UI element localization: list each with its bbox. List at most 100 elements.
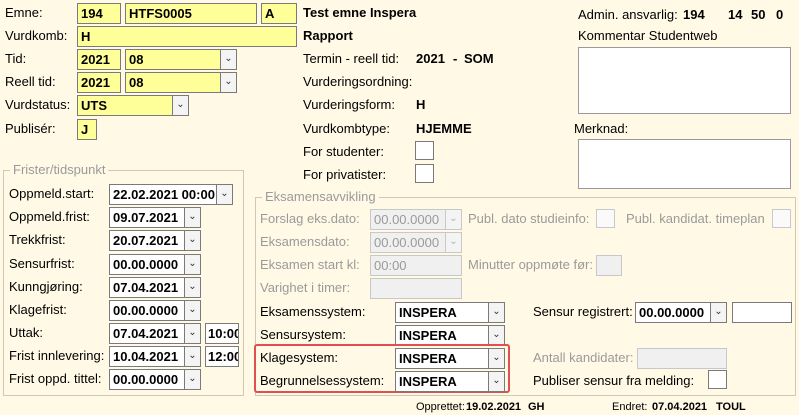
klagesystem-value: INSPERA: [395, 348, 488, 369]
eksamen-start-kl-label: Eksamen start kl:: [260, 257, 360, 272]
vurderingsform-label: Vurderingsform:: [303, 97, 395, 112]
kunngjoring-value: 07.04.2021: [109, 277, 184, 298]
frist-oppd-tittel-value: 00.00.0000: [109, 369, 184, 390]
for-privatister-checkbox[interactable]: [415, 164, 434, 183]
chevron-down-icon[interactable]: ⌄: [184, 230, 201, 251]
endret-label: Endret:: [612, 401, 648, 413]
publiser-label: Publisér:: [5, 121, 56, 136]
frister-label-8: Frist oppd. tittel:: [9, 371, 102, 386]
admin-ansvarlig-b: 50: [751, 7, 766, 22]
uttak-value: 07.04.2021: [109, 323, 184, 344]
termin-reell-aar: 2021: [416, 51, 445, 66]
antall-kandidater-label: Antall kandidater:: [533, 350, 634, 365]
termin-reell-kode: SOM: [464, 51, 494, 66]
eksamenssystem-label: Eksamenssystem:: [260, 304, 366, 319]
emne-kode-field[interactable]: 194: [77, 3, 121, 24]
frist-oppd-tittel-select[interactable]: 00.00.0000 ⌄: [109, 369, 201, 390]
publ-kandidat-timeplan-label: Publ. kandidat. timeplan: [626, 211, 765, 226]
publ-dato-studieinfo-label: Publ. dato studieinfo:: [468, 211, 590, 226]
uttak-select[interactable]: 07.04.2021 ⌄: [109, 323, 201, 344]
frister-title: Frister/tidspunkt: [10, 163, 109, 177]
vurdkombtype-label: Vurdkombtype:: [303, 121, 390, 136]
chevron-down-icon[interactable]: ⌄: [184, 346, 201, 367]
frist-innlevering-select[interactable]: 10.04.2021 ⌄: [109, 346, 201, 367]
varighet-label: Varighet i timer:: [260, 280, 351, 295]
sensursystem-label: Sensursystem:: [260, 327, 346, 342]
opprettet-date: 19.02.2021: [466, 401, 522, 413]
sensurfrist-select[interactable]: 00.00.0000 ⌄: [109, 254, 201, 275]
frist-innlevering-value: 10.04.2021: [109, 346, 184, 367]
merknad-label: Merknad:: [574, 121, 629, 136]
antall-kandidater-field: [637, 348, 727, 369]
tid-termin-select[interactable]: 08 ⌄: [125, 49, 237, 70]
kommentar-studentweb-textarea[interactable]: [578, 47, 791, 114]
endret-date: 07.04.2021: [652, 401, 708, 413]
chevron-down-icon[interactable]: ⌄: [184, 254, 201, 275]
chevron-down-icon[interactable]: ⌄: [488, 348, 505, 369]
frister-label-2: Trekkfrist:: [9, 232, 66, 247]
termin-reell-separator: -: [453, 51, 458, 66]
vurdkomb-field[interactable]: H: [77, 26, 297, 47]
sensursystem-select[interactable]: INSPERA ⌄: [395, 325, 505, 346]
chevron-down-icon[interactable]: ⌄: [184, 369, 201, 390]
chevron-down-icon[interactable]: ⌄: [488, 302, 505, 323]
eksamenssystem-value: INSPERA: [395, 302, 488, 323]
chevron-down-icon[interactable]: ⌄: [184, 323, 201, 344]
chevron-down-icon[interactable]: ⌄: [216, 184, 233, 205]
emne-versjon-field[interactable]: A: [261, 3, 297, 24]
eksamen-title: Eksamensavvikling: [262, 190, 379, 204]
chevron-down-icon: ⌄: [445, 209, 462, 230]
klagefrist-select[interactable]: 00.00.0000 ⌄: [109, 300, 201, 321]
reell-aar-field[interactable]: 2021: [77, 72, 121, 93]
chevron-down-icon[interactable]: ⌄: [184, 300, 201, 321]
eksamensdato-value: 00.00.0000: [370, 232, 445, 253]
chevron-down-icon[interactable]: ⌄: [710, 302, 727, 323]
kunngjoring-select[interactable]: 07.04.2021 ⌄: [109, 277, 201, 298]
publiser-sensur-label: Publiser sensur fra melding:: [533, 373, 695, 388]
opprettet-user: GH: [528, 401, 545, 413]
eksamen-start-kl-field: 00:00: [370, 255, 462, 276]
chevron-down-icon[interactable]: ⌄: [172, 95, 189, 116]
admin-ansvarlig-label: Admin. ansvarlig:: [578, 7, 678, 22]
admin-ansvarlig-kode: 194: [683, 7, 705, 22]
uttak-time-field[interactable]: 10:00: [205, 323, 239, 344]
vurdkombtype-value: HJEMME: [416, 121, 472, 136]
oppmeld-start-select[interactable]: 22.02.2021 00:00 ⌄: [109, 184, 233, 205]
eksamenssystem-select[interactable]: INSPERA ⌄: [395, 302, 505, 323]
oppmeld-frist-select[interactable]: 09.07.2021 ⌄: [109, 207, 201, 228]
publiser-field[interactable]: J: [77, 119, 97, 140]
chevron-down-icon[interactable]: ⌄: [488, 371, 505, 392]
reell-termin-select[interactable]: 08 ⌄: [125, 72, 237, 93]
sensur-registrert-select[interactable]: 00.00.0000 ⌄: [635, 302, 727, 323]
merknad-textarea[interactable]: [578, 139, 791, 189]
vurderingsordning-label: Vurderingsordning:: [303, 74, 413, 89]
emne-id-field[interactable]: HTFS0005: [125, 3, 257, 24]
trekkfrist-value: 20.07.2021: [109, 230, 184, 251]
eksamensdato-label: Eksamensdato:: [260, 234, 350, 249]
sensur-registrert-extra-field[interactable]: [732, 302, 792, 323]
begrunnelsessystem-select[interactable]: INSPERA ⌄: [395, 371, 505, 392]
chevron-down-icon[interactable]: ⌄: [184, 277, 201, 298]
forslag-eks-dato-value: 00.00.0000: [370, 209, 445, 230]
frist-innlevering-time-field[interactable]: 12:00: [205, 346, 239, 367]
varighet-field: [370, 278, 462, 299]
trekkfrist-select[interactable]: 20.07.2021 ⌄: [109, 230, 201, 251]
vurdstatus-select[interactable]: UTS ⌄: [77, 95, 189, 116]
admin-ansvarlig-c: 0: [776, 7, 784, 22]
begrunnelsessystem-label: Begrunnelsessystem:: [260, 373, 385, 388]
for-studenter-checkbox[interactable]: [415, 141, 434, 160]
klagesystem-select[interactable]: INSPERA ⌄: [395, 348, 505, 369]
frister-label-0: Oppmeld.start:: [9, 186, 95, 201]
tid-aar-field[interactable]: 2021: [77, 49, 121, 70]
chevron-down-icon[interactable]: ⌄: [488, 325, 505, 346]
eksamensdato-select: 00.00.0000 ⌄: [370, 232, 462, 253]
reell-tid-label: Reell tid:: [5, 74, 56, 89]
publiser-sensur-checkbox[interactable]: [708, 370, 727, 389]
chevron-down-icon[interactable]: ⌄: [220, 72, 237, 93]
vurdkomb-label: Vurdkomb:: [5, 28, 68, 43]
frister-label-1: Oppmeld.frist:: [9, 209, 90, 224]
chevron-down-icon[interactable]: ⌄: [184, 207, 201, 228]
chevron-down-icon[interactable]: ⌄: [220, 49, 237, 70]
vurderingsform-value: H: [416, 97, 426, 112]
frister-label-3: Sensurfrist:: [9, 256, 75, 271]
